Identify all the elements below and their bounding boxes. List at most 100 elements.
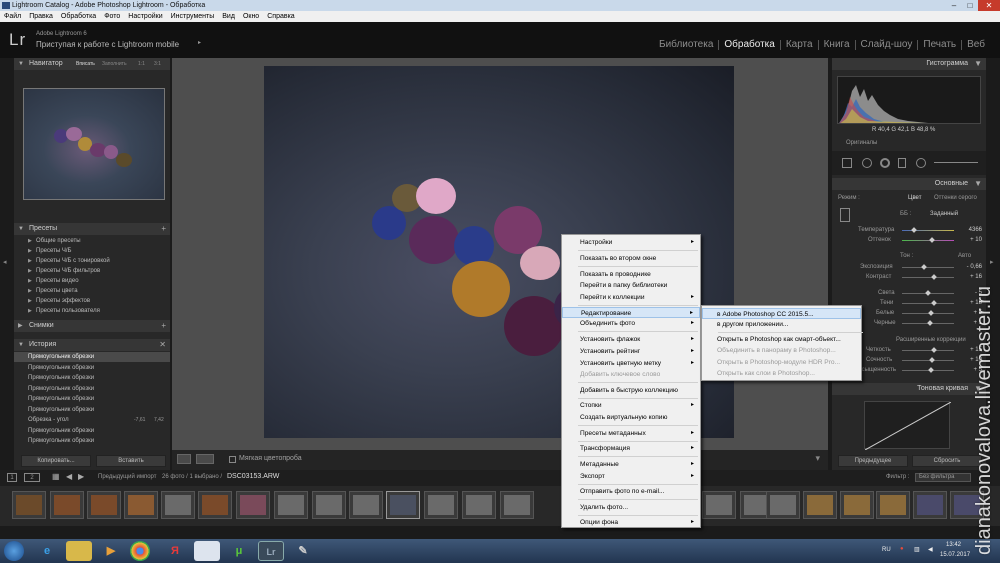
module-book[interactable]: Книга [817, 40, 855, 50]
loupe-view-icon[interactable] [177, 454, 191, 464]
submenu-item-photoshop[interactable]: в Adobe Photoshop CC 2015.5... [702, 308, 861, 319]
grid-view-icon[interactable]: ▦ [52, 472, 60, 481]
clear-history-icon[interactable]: ✕ [159, 339, 166, 351]
back-arrow-icon[interactable]: ◀ [66, 472, 72, 481]
chrome-icon[interactable] [130, 541, 150, 561]
menu-item-edit-in[interactable]: Редактирование ▸ [562, 307, 700, 318]
menu-item-show-second-window[interactable]: Показать во втором окне [562, 253, 700, 264]
menu-item-metadata[interactable]: Метаданные ▸ [562, 459, 700, 470]
filmstrip-thumbnail[interactable] [274, 491, 308, 519]
lightroom-taskbar-icon[interactable]: Lr [258, 541, 284, 561]
histogram[interactable] [837, 76, 981, 124]
preset-folder[interactable]: ▶ Пресеты Ч/Б с тонировкой [14, 256, 170, 266]
internet-explorer-icon[interactable]: e [34, 541, 60, 561]
menu-item-settings[interactable]: Настройки ▸ [562, 237, 700, 248]
saturation-knob[interactable] [928, 367, 934, 373]
folder-triangle-icon[interactable]: ▶ [28, 246, 32, 256]
filmstrip-thumbnail[interactable] [124, 491, 158, 519]
menu-item-set-rating[interactable]: Установить рейтинг ▸ [562, 346, 700, 357]
temp-slider[interactable] [902, 230, 954, 231]
volume-icon[interactable]: ◀ [928, 546, 933, 553]
filmstrip-thumbnail[interactable] [766, 491, 800, 519]
zoom-3-1-option[interactable]: 3:1 [154, 58, 161, 70]
expand-triangle-icon[interactable]: ▼ [974, 58, 982, 70]
spot-removal-icon[interactable] [862, 158, 872, 168]
exposure-knob[interactable] [921, 264, 927, 270]
menu-photo[interactable]: Фото [100, 11, 124, 22]
left-panel-collapse-edge[interactable]: ◂ [0, 58, 14, 470]
preset-folder[interactable]: ▶ Пресеты Ч/Б [14, 246, 170, 256]
filmstrip[interactable] [0, 486, 1000, 526]
tone-auto-button[interactable]: Авто [958, 253, 971, 259]
wb-eyedropper-icon[interactable] [840, 208, 850, 222]
soft-proof-checkbox[interactable] [229, 456, 236, 463]
folder-triangle-icon[interactable]: ▶ [28, 276, 32, 286]
forward-arrow-icon[interactable]: ▶ [78, 472, 84, 481]
module-map[interactable]: Карта [779, 40, 818, 50]
window-title-bar[interactable]: Lightroom Catalog - Adobe Photoshop Ligh… [0, 0, 1000, 11]
temp-knob[interactable] [911, 227, 917, 233]
basic-header[interactable]: Основные ▼ [832, 178, 986, 190]
expand-triangle-icon[interactable]: ▼ [18, 339, 24, 351]
menu-item-photo-merge[interactable]: Объединить фото ▸ [562, 318, 700, 329]
history-step[interactable]: Прямоугольник обрезки [14, 384, 170, 394]
clock-date[interactable]: 15.07.2017 [940, 552, 970, 558]
graduated-filter-icon[interactable] [898, 158, 906, 168]
menu-window[interactable]: Окно [239, 11, 263, 22]
clarity-slider[interactable] [902, 350, 954, 351]
media-player-icon[interactable]: ▶ [98, 541, 124, 561]
history-step[interactable]: Прямоугольник обрезки [14, 405, 170, 415]
menu-tools[interactable]: Инструменты [167, 11, 219, 22]
tray-app-icon[interactable]: ● [900, 546, 904, 552]
filter-select[interactable]: Без фильтра [915, 473, 971, 482]
history-step[interactable]: Прямоугольник обрезки [14, 373, 170, 383]
history-header[interactable]: ▼ История ✕ [14, 339, 170, 351]
folder-triangle-icon[interactable]: ▶ [28, 286, 32, 296]
treatment-bw-option[interactable]: Оттенки серого [934, 195, 977, 201]
expand-triangle-icon[interactable]: ▼ [18, 223, 24, 235]
navigator-header[interactable]: ▼ Навигатор Вписать Заполнить 1:1 3:1 [14, 58, 170, 70]
notepad-icon[interactable] [194, 541, 220, 561]
menu-item-stacking[interactable]: Стопки ▸ [562, 400, 700, 411]
filmstrip-thumbnail[interactable] [500, 491, 534, 519]
filmstrip-thumbnail[interactable] [803, 491, 837, 519]
menu-item-remove-photo[interactable]: Удалить фото... [562, 502, 700, 513]
presets-header[interactable]: ▼ Пресеты + [14, 223, 170, 235]
preset-folder[interactable]: ▶ Общие пресеты [14, 236, 170, 246]
toolbar-menu-icon[interactable]: ▾ [815, 453, 820, 464]
tool-icon[interactable]: ✎ [290, 541, 316, 561]
wb-select[interactable]: Заданный [930, 211, 958, 217]
clarity-knob[interactable] [931, 347, 937, 353]
exposure-slider[interactable] [902, 267, 954, 268]
language-indicator[interactable]: RU [882, 547, 891, 553]
history-step[interactable]: Прямоугольник обрезки [14, 426, 170, 436]
folder-triangle-icon[interactable]: ▶ [28, 306, 32, 316]
folder-triangle-icon[interactable]: ▶ [28, 266, 32, 276]
menu-develop[interactable]: Обработка [57, 11, 100, 22]
menu-help[interactable]: Справка [263, 11, 298, 22]
menu-item-go-to-folder[interactable]: Перейти в папку библиотеки [562, 280, 700, 291]
menu-item-background-options[interactable]: Опции фона ▸ [562, 517, 700, 528]
minimize-button[interactable]: – [946, 0, 962, 11]
start-button[interactable] [4, 541, 24, 561]
filmstrip-thumbnail[interactable] [876, 491, 910, 519]
vibrance-slider[interactable] [902, 360, 954, 361]
network-icon[interactable]: ▥ [914, 546, 920, 553]
history-step[interactable]: Обрезка - угол -7,61 7,42 [14, 415, 170, 425]
filmstrip-filename[interactable]: DSC03153.ARW [227, 473, 279, 480]
vibrance-knob[interactable] [929, 357, 935, 363]
history-step[interactable]: Прямоугольник обрезки [14, 352, 170, 362]
filmstrip-thumbnail[interactable] [12, 491, 46, 519]
maximize-button[interactable]: □ [962, 0, 978, 11]
folder-triangle-icon[interactable]: ▶ [28, 256, 32, 266]
menu-item-show-in-explorer[interactable]: Показать в проводнике [562, 269, 700, 280]
preset-folder[interactable]: ▶ Пресеты пользователя [14, 306, 170, 316]
menu-item-set-flag[interactable]: Установить флажок ▸ [562, 334, 700, 345]
menu-item-virtual-copy[interactable]: Создать виртуальную копию [562, 412, 700, 423]
utorrent-icon[interactable]: μ [226, 541, 252, 561]
submenu-item-smart-object[interactable]: Открыть в Photoshop как смарт-объект... [702, 334, 861, 345]
whites-knob[interactable] [928, 310, 934, 316]
crop-tool-icon[interactable] [842, 158, 852, 168]
paste-settings-button[interactable]: Вставить [96, 455, 166, 467]
previous-button[interactable]: Предыдущее [838, 455, 908, 467]
